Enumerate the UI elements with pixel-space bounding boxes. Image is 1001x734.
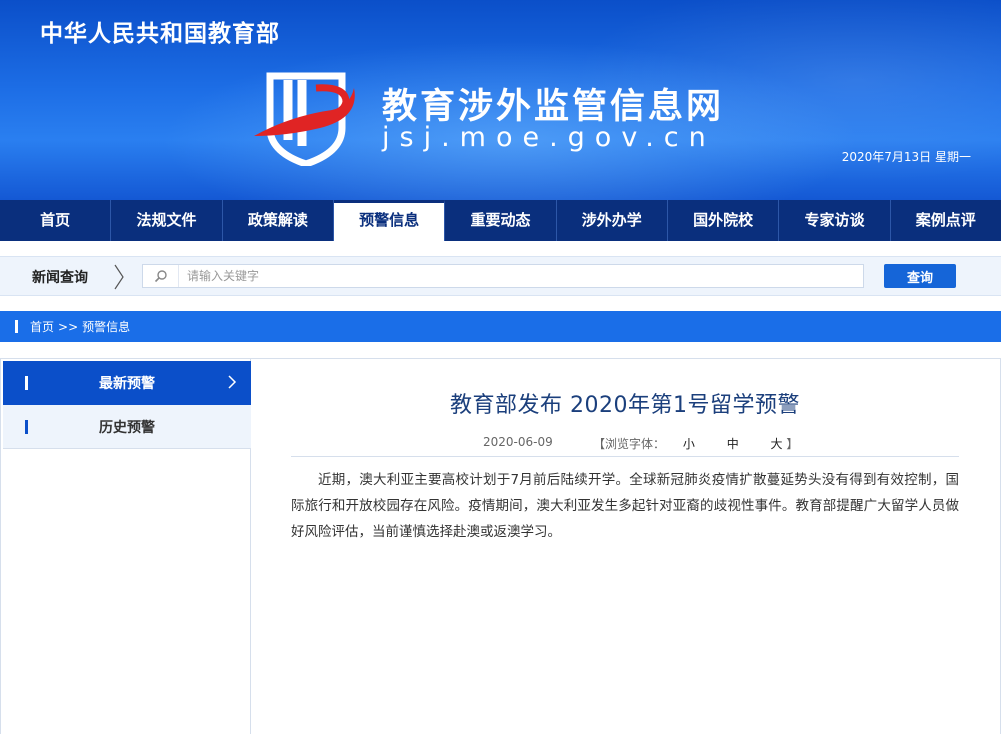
search-box [142,264,864,288]
main-nav: 首页 法规文件 政策解读 预警信息 重要动态 涉外办学 国外院校 专家访谈 案例… [0,200,1001,241]
nav-item-news[interactable]: 重要动态 [445,200,557,241]
article-meta: 2020-06-09 【浏览字体： 小 中 大 】 [291,435,959,457]
current-date: 2020年7月13日 星期一 [841,150,971,164]
nav-item-cases[interactable]: 案例点评 [891,200,1001,241]
font-size-label: 【浏览字体： [593,437,666,451]
breadcrumb-marker [15,320,18,333]
nav-item-interviews[interactable]: 专家访谈 [779,200,891,241]
article-body: 近期，澳大利亚主要高校计划于7月前后陆续开学。全球新冠肺炎疫情扩散蔓延势头没有得… [291,472,959,540]
nav-item-home[interactable]: 首页 [0,200,112,241]
sidebar-item-label: 最新预警 [99,376,155,392]
search-button[interactable]: 查询 [884,264,956,288]
chevron-right-icon [114,264,124,290]
article-date: 2020-06-09 [483,435,553,449]
font-size-selector: 【浏览字体： 小 中 大 】 [593,435,798,452]
site-domain: jsj.moe.gov.cn [382,122,716,153]
article-title: 教育部发布 2020年第1号留学预警 [450,393,800,418]
font-size-small-button[interactable]: 小 [683,437,695,451]
font-size-large-button[interactable]: 大 [771,437,783,451]
nav-item-foreign-schools[interactable]: 涉外办学 [557,200,668,241]
header-banner: 中华人民共和国教育部 教育涉外监管信息网 jsj.moe.gov.cn 2020… [0,0,1001,200]
sidebar-item-latest-warnings[interactable]: 最新预警 [3,361,251,405]
content-frame: 最新预警 历史预警 教育部发布 2020年第1号留学预警 2020-06-09 … [0,358,1001,734]
ministry-name[interactable]: 中华人民共和国教育部 [40,14,280,48]
nav-item-overseas-colleges[interactable]: 国外院校 [668,200,780,241]
search-input[interactable] [179,265,863,287]
breadcrumb: 首页 >> 预警信息 [0,311,1001,342]
nav-item-regulations[interactable]: 法规文件 [111,200,223,241]
site-logo-icon[interactable] [250,66,362,166]
nav-item-policy[interactable]: 政策解读 [223,200,334,241]
breadcrumb-home-link[interactable]: 首页 [30,318,54,335]
news-search-bar: 新闻查询 查询 [0,256,1001,296]
search-label: 新闻查询 [32,270,88,286]
nav-item-warnings[interactable]: 预警信息 [333,200,446,241]
sidebar-item-label: 历史预警 [99,419,155,436]
sidebar: 最新预警 历史预警 [3,359,251,734]
font-size-close: 】 [786,437,799,451]
sidebar-item-history-warnings[interactable]: 历史预警 [3,405,251,449]
font-size-medium-button[interactable]: 中 [727,437,739,451]
breadcrumb-separator: >> [58,319,79,334]
breadcrumb-current-link[interactable]: 预警信息 [82,318,130,335]
chevron-right-icon [228,375,237,389]
search-icon [143,265,179,287]
article: 教育部发布 2020年第1号留学预警 2020-06-09 【浏览字体： 小 中… [291,359,959,545]
